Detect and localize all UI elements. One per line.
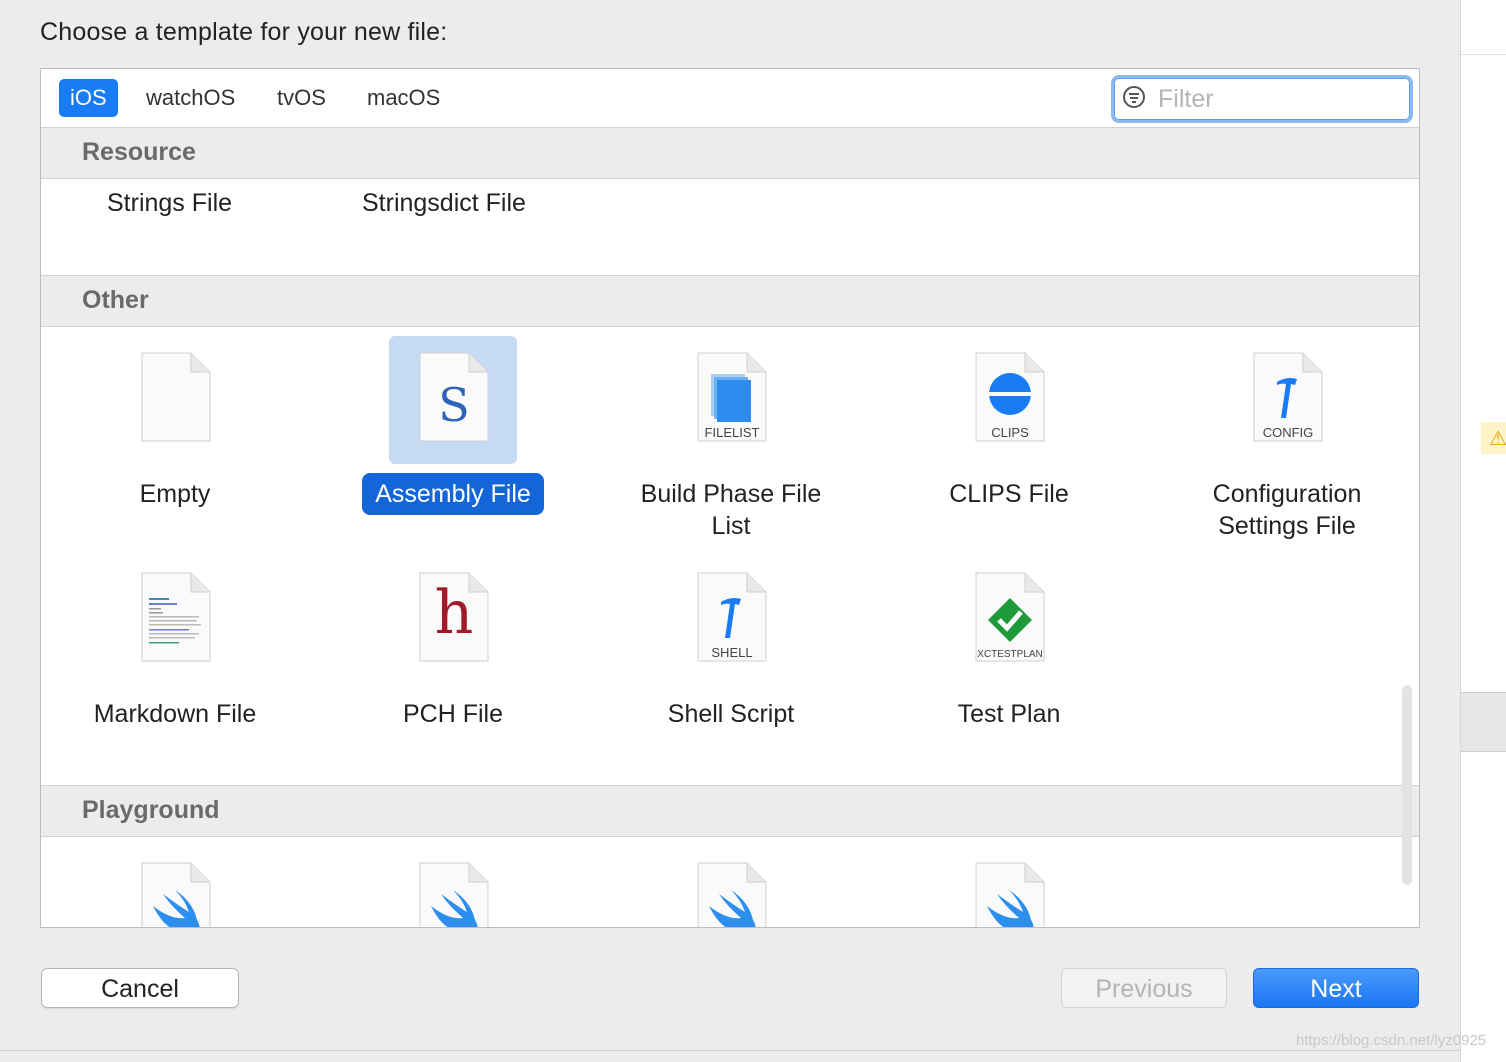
label-line: Settings File — [1218, 512, 1356, 540]
swift-icon — [111, 846, 239, 927]
assembly-s-icon: S — [389, 336, 517, 464]
filter-icon — [1123, 86, 1145, 108]
next-button[interactable]: Next — [1253, 968, 1419, 1008]
previous-button[interactable]: Previous — [1061, 968, 1227, 1008]
template-configuration-settings-file[interactable]: CONFIG Configuration Settings File — [1162, 336, 1412, 556]
template-playground-2[interactable] — [328, 846, 578, 927]
icon-tag: XCTESTPLAN — [977, 649, 1043, 660]
template-clips-file[interactable]: CLIPS CLIPS File — [884, 336, 1134, 536]
template-pch-file[interactable]: h PCH File — [328, 556, 578, 756]
clips-icon: CLIPS — [945, 336, 1073, 464]
section-title: Playground — [82, 796, 220, 824]
filelist-icon: FILELIST — [667, 336, 795, 464]
template-label: CLIPS File — [949, 480, 1069, 508]
background-band — [1461, 692, 1506, 752]
label-line: Configuration — [1212, 480, 1362, 508]
template-empty[interactable]: Empty — [50, 336, 300, 536]
icon-tag: CLIPS — [991, 425, 1029, 440]
template-label-text: Assembly File — [362, 473, 544, 515]
template-assembly-file[interactable]: S Assembly File — [328, 336, 578, 536]
template-playground-4[interactable] — [884, 846, 1134, 927]
section-title: Other — [82, 286, 149, 314]
swift-icon — [945, 846, 1073, 927]
background-divider — [1461, 54, 1506, 55]
tab-watchos[interactable]: watchOS — [135, 79, 246, 117]
template-playground-1[interactable] — [50, 846, 300, 927]
testplan-icon: XCTESTPLAN — [945, 556, 1073, 684]
markdown-icon — [111, 556, 239, 684]
icon-tag: CONFIG — [1262, 425, 1314, 440]
pch-h-icon: h — [389, 556, 517, 684]
template-shell-script[interactable]: SHELL Shell Script — [606, 556, 856, 756]
config-icon: CONFIG — [1223, 336, 1351, 464]
template-strings-file[interactable]: Strings File — [107, 189, 232, 218]
template-label: Assembly File — [328, 473, 578, 515]
watermark-text: https://blog.csdn.net/lyz0925 — [1296, 1032, 1487, 1049]
blank-document-icon — [111, 336, 239, 464]
label-line: List — [711, 512, 751, 540]
pch-glyph: h — [434, 578, 474, 648]
section-title: Resource — [82, 138, 196, 166]
swift-icon — [389, 846, 517, 927]
tab-tvos[interactable]: tvOS — [266, 79, 337, 117]
platform-tab-bar: iOS watchOS tvOS macOS — [41, 69, 1419, 128]
template-label: Test Plan — [957, 700, 1061, 728]
tab-ios[interactable]: iOS — [59, 79, 118, 117]
icon-tag: FILELIST — [704, 425, 760, 440]
background-window-edge: ⚠ — [1460, 0, 1506, 1062]
template-label: Shell Script — [667, 700, 795, 728]
template-label: Markdown File — [93, 700, 257, 728]
icon-tag: SHELL — [711, 645, 753, 660]
warning-icon: ⚠ — [1489, 426, 1506, 450]
template-label: Empty — [139, 480, 211, 508]
template-markdown-file[interactable]: Markdown File — [50, 556, 300, 756]
assembly-glyph: S — [438, 378, 470, 432]
template-build-phase-file-list[interactable]: FILELIST Build Phase File List — [606, 336, 856, 556]
tab-macos[interactable]: macOS — [356, 79, 451, 117]
template-label: Configuration Settings File — [1162, 478, 1412, 542]
template-label: PCH File — [402, 700, 503, 728]
shell-icon: SHELL — [667, 556, 795, 684]
label-line: Build Phase File — [640, 480, 822, 508]
template-label: Build Phase File List — [606, 478, 856, 542]
filter-input[interactable] — [1156, 82, 1400, 116]
filter-field[interactable] — [1111, 75, 1413, 123]
dialog-prompt: Choose a template for your new file: — [40, 18, 448, 46]
cancel-button[interactable]: Cancel — [41, 968, 239, 1008]
template-chooser-panel: iOS watchOS tvOS macOS Resource Strings … — [40, 68, 1420, 928]
new-file-template-dialog: Choose a template for your new file: iOS… — [0, 0, 1460, 1051]
template-test-plan[interactable]: XCTESTPLAN Test Plan — [884, 556, 1134, 756]
section-header-playground: Playground — [41, 785, 1419, 837]
swift-icon — [667, 846, 795, 927]
section-header-resource: Resource — [41, 127, 1419, 179]
section-header-other: Other — [41, 275, 1419, 327]
template-stringsdict-file[interactable]: Stringsdict File — [362, 189, 526, 218]
vertical-scrollbar[interactable] — [1402, 685, 1412, 885]
template-playground-3[interactable] — [606, 846, 856, 927]
warning-badge: ⚠ — [1481, 422, 1506, 454]
